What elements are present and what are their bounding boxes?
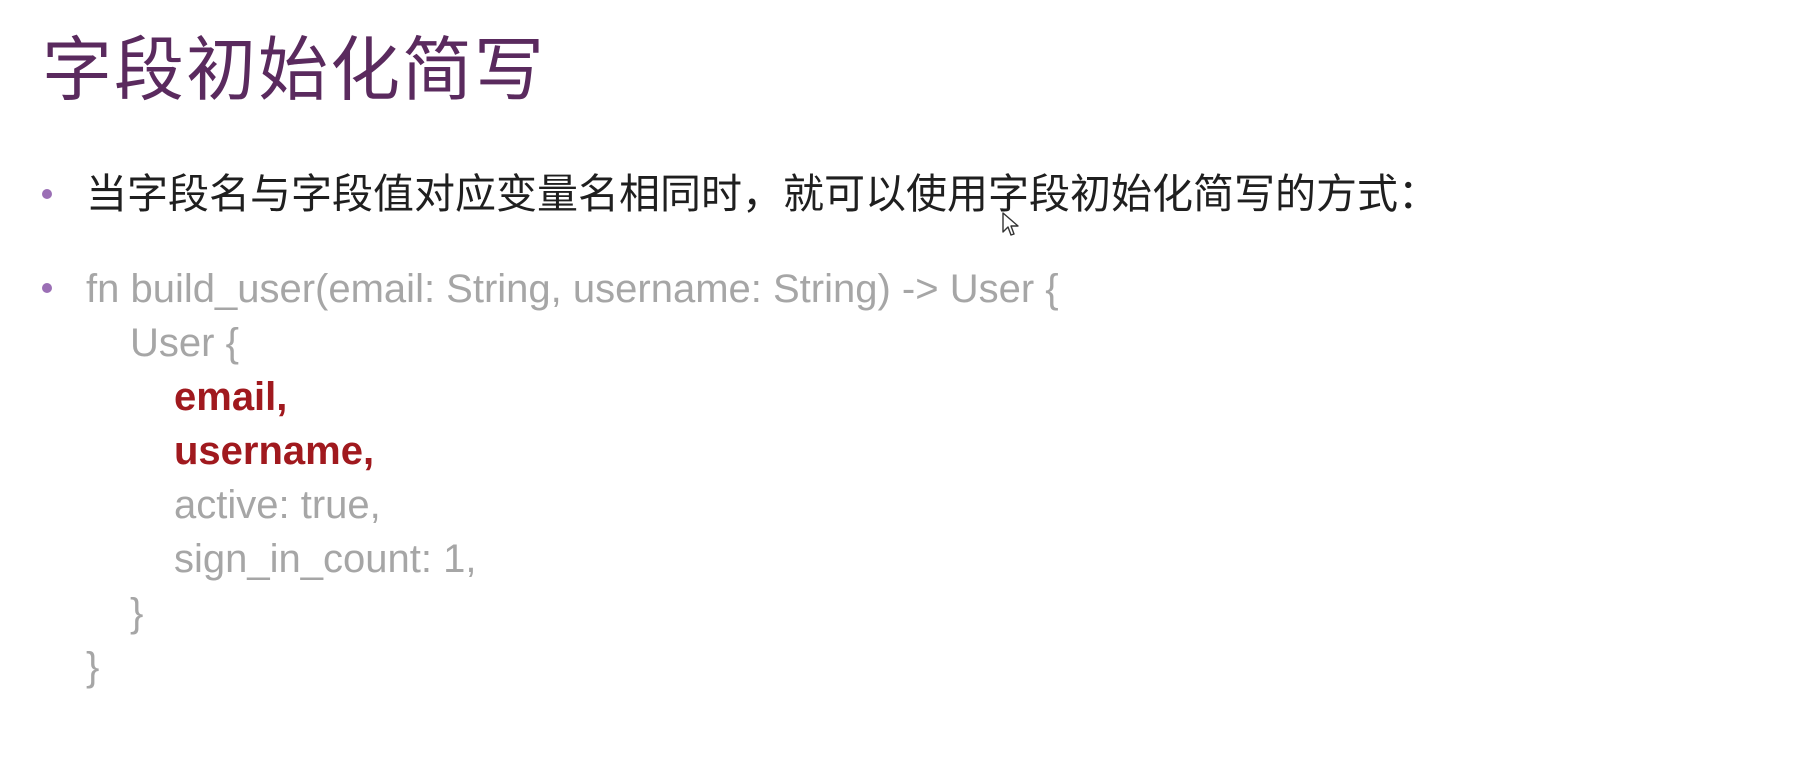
code-line-fn-signature: fn build_user(email: String, username: S… <box>86 267 1059 311</box>
code-line-username-field: username, <box>174 429 375 473</box>
bullet-dot-icon <box>42 189 52 199</box>
code-line-sign-in-count-field: sign_in_count: 1, <box>174 537 477 581</box>
bullet-dot-icon <box>42 283 52 293</box>
code-line-active-field: active: true, <box>174 483 381 527</box>
slide: 字段初始化简写 当字段名与字段值对应变量名相同时，就可以使用字段初始化简写的方式… <box>0 0 1820 782</box>
code-line-email-field: email, <box>174 375 288 419</box>
code-line-struct-close: } <box>130 591 144 635</box>
intro-text: 当字段名与字段值对应变量名相同时，就可以使用字段初始化简写的方式： <box>86 170 1439 218</box>
mouse-pointer-icon <box>1002 212 1019 236</box>
slide-title: 字段初始化简写 <box>42 29 546 111</box>
code-line-struct-open: User { <box>130 321 239 365</box>
code-block: fn build_user(email: String, username: S… <box>86 262 1059 694</box>
code-line-fn-close: } <box>86 645 100 689</box>
